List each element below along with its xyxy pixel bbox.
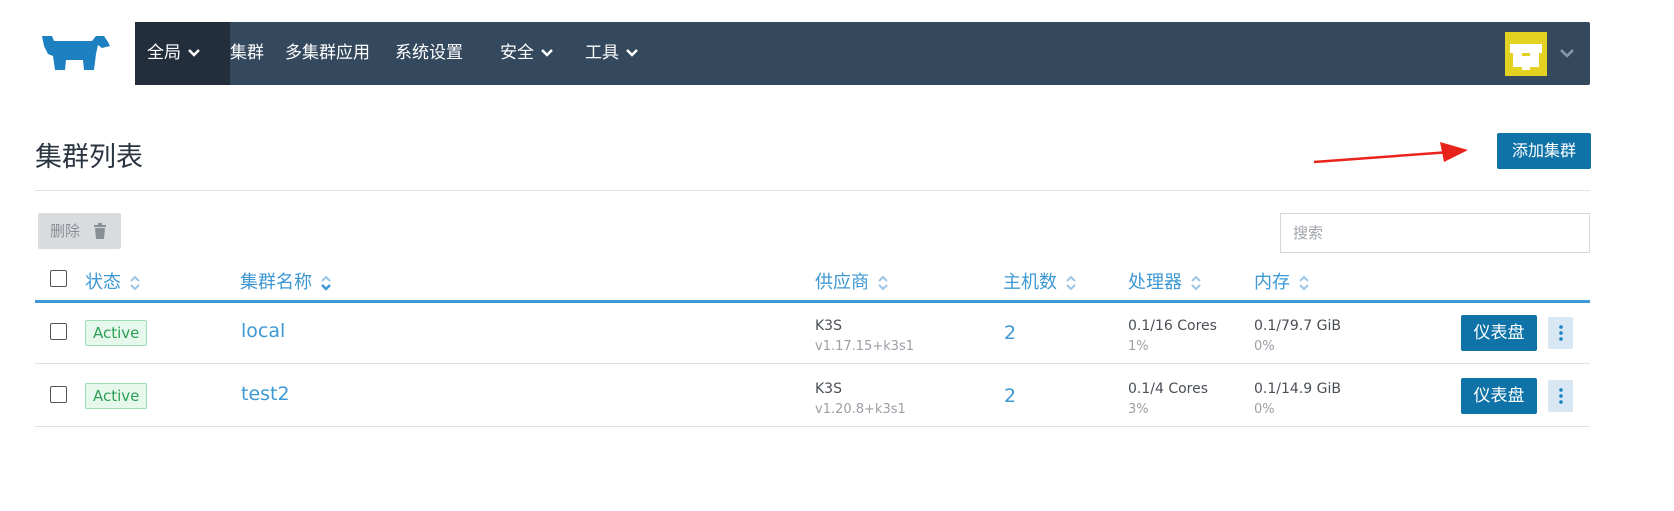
provider-version: v1.20.8+k3s1 bbox=[815, 402, 906, 417]
column-header-nodes[interactable]: 主机数 bbox=[1003, 268, 1077, 294]
row-actions-button[interactable] bbox=[1548, 380, 1573, 412]
memory-value: 0.1/14.9 GiB bbox=[1254, 381, 1341, 397]
top-navigation-bar: 全局 集群 多集群应用 系统设置 安全 工具 bbox=[135, 22, 1590, 85]
sort-icon bbox=[878, 275, 888, 291]
cpu-percent: 3% bbox=[1128, 402, 1149, 417]
dashboard-button[interactable]: 仪表盘 bbox=[1461, 378, 1537, 414]
row-divider bbox=[35, 426, 1590, 427]
cluster-name-link[interactable]: local bbox=[241, 320, 285, 342]
column-header-provider[interactable]: 供应商 bbox=[815, 268, 889, 294]
annotation-arrow bbox=[1313, 142, 1468, 164]
node-count-link[interactable]: 2 bbox=[1004, 385, 1016, 407]
sort-icon bbox=[130, 275, 140, 291]
kebab-menu-icon bbox=[1559, 388, 1563, 404]
nav-item-label: 多集群应用 bbox=[285, 43, 370, 63]
nav-item-label: 安全 bbox=[500, 43, 534, 63]
memory-value: 0.1/79.7 GiB bbox=[1254, 318, 1341, 334]
provider-name: K3S bbox=[815, 318, 842, 334]
table-header-rule bbox=[35, 300, 1590, 303]
user-menu-chevron-icon[interactable] bbox=[1558, 44, 1576, 62]
chevron-down-icon bbox=[541, 49, 553, 57]
nav-item-label: 集群 bbox=[230, 43, 264, 63]
header-divider bbox=[35, 190, 1590, 191]
select-all-checkbox[interactable] bbox=[50, 270, 67, 287]
sort-icon bbox=[1066, 275, 1076, 291]
column-header-cluster-name[interactable]: 集群名称 bbox=[240, 268, 332, 294]
trash-icon bbox=[94, 223, 106, 239]
cpu-percent: 1% bbox=[1128, 339, 1149, 354]
kebab-menu-icon bbox=[1559, 325, 1563, 341]
nav-item-security[interactable]: 安全 bbox=[500, 22, 554, 85]
rancher-logo[interactable] bbox=[36, 32, 114, 72]
page-title: 集群列表 bbox=[35, 142, 143, 173]
column-header-label: 集群名称 bbox=[240, 272, 312, 293]
row-checkbox[interactable] bbox=[50, 323, 67, 340]
search-input[interactable] bbox=[1280, 213, 1590, 253]
column-header-label: 处理器 bbox=[1128, 272, 1182, 293]
delete-button-label: 删除 bbox=[50, 222, 81, 240]
column-header-memory[interactable]: 内存 bbox=[1254, 268, 1310, 294]
nav-item-multi-cluster-apps[interactable]: 多集群应用 bbox=[285, 22, 370, 85]
delete-button[interactable]: 删除 bbox=[38, 213, 121, 249]
nav-item-tools[interactable]: 工具 bbox=[585, 22, 639, 85]
chevron-down-icon bbox=[188, 49, 200, 57]
status-badge: Active bbox=[85, 383, 148, 409]
cluster-name-link[interactable]: test2 bbox=[241, 383, 290, 405]
nav-item-system-settings[interactable]: 系统设置 bbox=[395, 22, 463, 85]
sort-icon bbox=[1191, 275, 1201, 291]
cpu-value: 0.1/4 Cores bbox=[1128, 381, 1209, 397]
nav-item-label: 全局 bbox=[147, 43, 181, 63]
chevron-down-icon bbox=[626, 49, 638, 57]
nav-item-label: 系统设置 bbox=[395, 43, 463, 63]
provider-name: K3S bbox=[815, 381, 842, 397]
node-count-link[interactable]: 2 bbox=[1004, 322, 1016, 344]
row-actions-button[interactable] bbox=[1548, 317, 1573, 349]
column-header-label: 供应商 bbox=[815, 272, 869, 293]
dashboard-button[interactable]: 仪表盘 bbox=[1461, 315, 1537, 351]
user-avatar[interactable] bbox=[1505, 32, 1547, 76]
row-divider bbox=[35, 363, 1590, 364]
provider-version: v1.17.15+k3s1 bbox=[815, 339, 915, 354]
nav-item-global[interactable]: 全局 bbox=[135, 22, 230, 85]
column-header-label: 状态 bbox=[85, 272, 121, 293]
memory-percent: 0% bbox=[1254, 339, 1275, 354]
status-badge: Active bbox=[85, 320, 148, 346]
memory-percent: 0% bbox=[1254, 402, 1275, 417]
add-cluster-button[interactable]: 添加集群 bbox=[1497, 133, 1591, 169]
column-header-status[interactable]: 状态 bbox=[85, 268, 141, 294]
nav-item-clusters[interactable]: 集群 bbox=[230, 22, 264, 85]
sort-icon bbox=[1299, 275, 1309, 291]
column-header-label: 内存 bbox=[1254, 272, 1290, 293]
sort-down-icon bbox=[321, 275, 331, 291]
nav-item-label: 工具 bbox=[585, 43, 619, 63]
row-checkbox[interactable] bbox=[50, 386, 67, 403]
cpu-value: 0.1/16 Cores bbox=[1128, 318, 1217, 334]
column-header-cpu[interactable]: 处理器 bbox=[1128, 268, 1202, 294]
column-header-label: 主机数 bbox=[1003, 272, 1057, 293]
